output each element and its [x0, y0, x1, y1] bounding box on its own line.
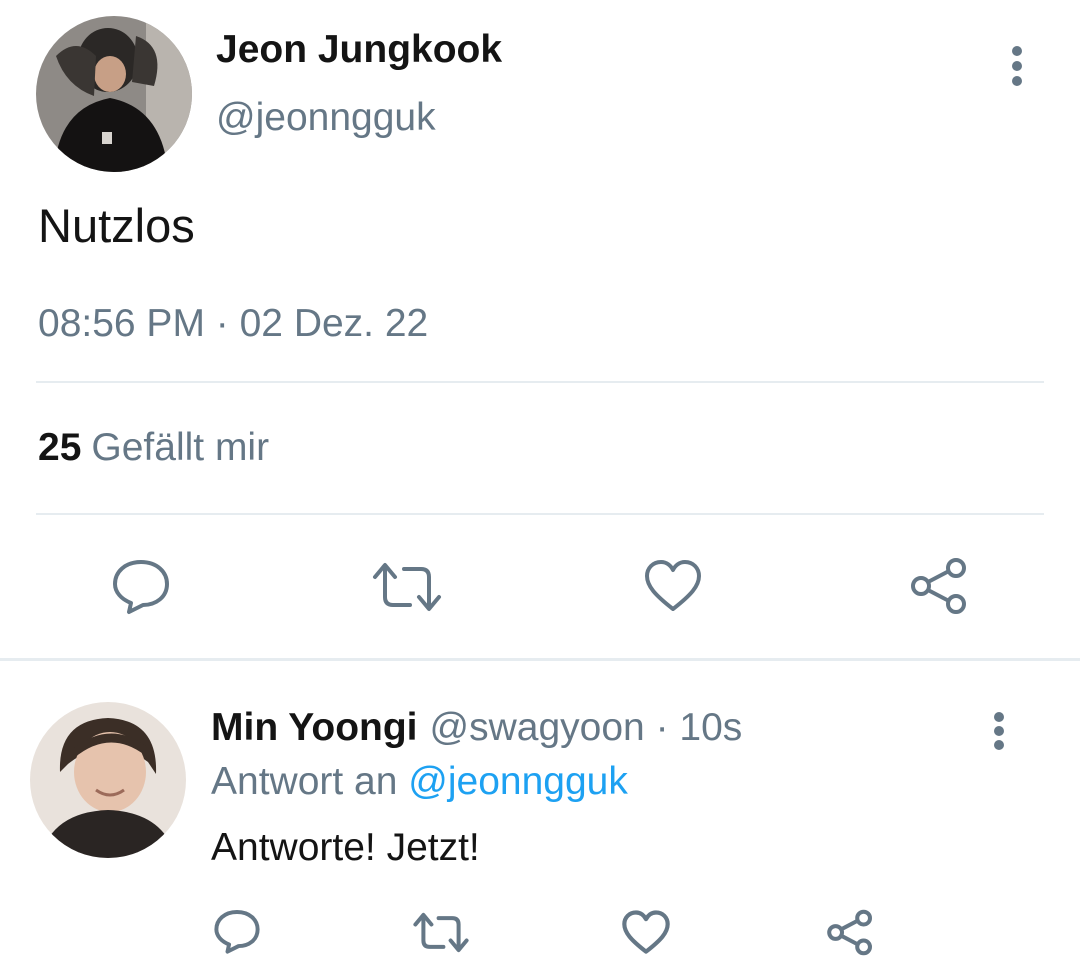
- reply-context: Antwort an @jeonngguk: [211, 760, 628, 804]
- reply-author-name[interactable]: Min Yoongi: [211, 706, 418, 749]
- divider: [36, 381, 1044, 383]
- more-dot-icon: [994, 726, 1004, 736]
- reply-prefix: Antwort an: [211, 760, 409, 803]
- more-dot-icon: [1012, 61, 1022, 71]
- reply-header: Min Yoongi @swagyoon · 10s: [211, 706, 742, 750]
- like-icon: [645, 560, 701, 611]
- tweet-text: Nutzlos: [38, 199, 195, 252]
- reply-age: 10s: [679, 706, 743, 749]
- author-name[interactable]: Jeon Jungkook: [216, 28, 502, 72]
- retweet-icon: [413, 912, 469, 952]
- reply-like-button[interactable]: [620, 908, 672, 956]
- meta-separator: ·: [204, 302, 240, 345]
- reply-button[interactable]: [110, 556, 172, 616]
- retweet-icon: [373, 563, 441, 611]
- retweet-button[interactable]: [372, 558, 442, 616]
- share-icon: [827, 909, 872, 955]
- more-dot-icon: [1012, 46, 1022, 56]
- meta-separator: ·: [644, 706, 680, 749]
- section-divider: [0, 658, 1080, 661]
- share-button[interactable]: [908, 556, 970, 616]
- reply-retweet-button[interactable]: [412, 908, 470, 956]
- reply-icon: [214, 909, 260, 954]
- reply-icon: [113, 560, 169, 614]
- like-button[interactable]: [642, 558, 704, 614]
- reply-more-options-button[interactable]: [984, 712, 1014, 750]
- tweet-detail-screen: Jeon Jungkook @jeonngguk Nutzlos 08:56 P…: [0, 0, 1080, 978]
- reply-share-button[interactable]: [824, 906, 876, 958]
- likes-summary[interactable]: 25 Gefällt mir: [38, 426, 269, 470]
- more-dot-icon: [994, 712, 1004, 722]
- divider: [36, 513, 1044, 515]
- likes-count: 25: [38, 426, 82, 469]
- tweet-timestamp: 08:56 PM · 02 Dez. 22: [38, 302, 428, 346]
- share-icon: [911, 558, 966, 614]
- avatar-photo-icon: [36, 16, 192, 172]
- reply-reply-button[interactable]: [212, 906, 262, 956]
- reply-author-avatar[interactable]: [30, 702, 186, 858]
- likes-label: Gefällt mir: [91, 426, 270, 469]
- more-dot-icon: [1012, 76, 1022, 86]
- more-options-button[interactable]: [1002, 46, 1032, 86]
- reply-handle-text[interactable]: @swagyoon: [430, 706, 645, 749]
- avatar-photo-icon: [30, 702, 186, 858]
- like-icon: [622, 909, 670, 954]
- reply-text: Antworte! Jetzt!: [211, 826, 480, 869]
- tweet-date: 02 Dez. 22: [239, 302, 429, 345]
- author-avatar[interactable]: [36, 16, 192, 172]
- reply-target-link[interactable]: @jeonngguk: [408, 760, 628, 803]
- more-dot-icon: [994, 740, 1004, 750]
- reply-author-handle: @swagyoon · 10s: [430, 706, 743, 749]
- tweet-time: 08:56 PM: [38, 302, 205, 345]
- author-handle[interactable]: @jeonngguk: [216, 96, 436, 140]
